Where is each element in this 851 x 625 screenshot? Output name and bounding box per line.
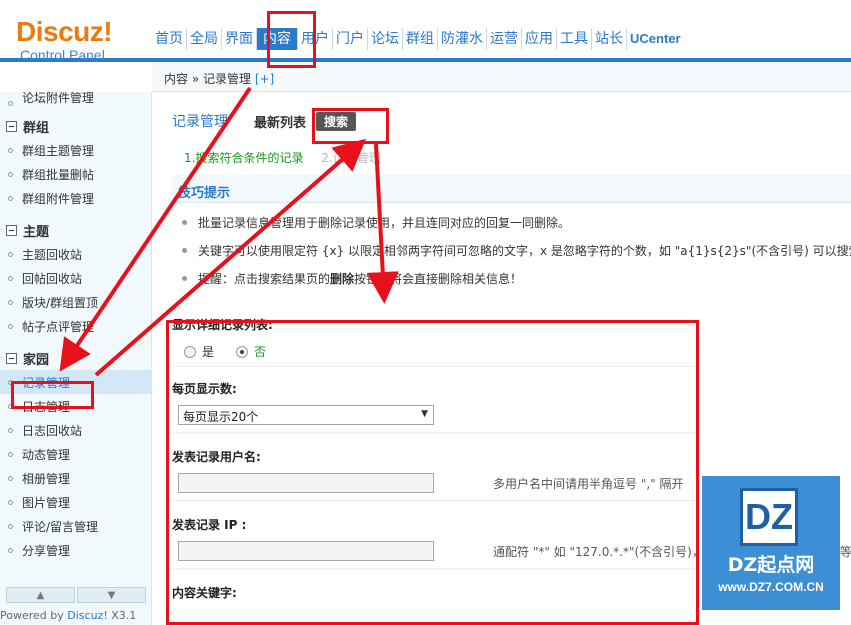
sidebar-item-comments[interactable]: 帖子点评管理 xyxy=(0,314,151,338)
logo-main: Discuz! xyxy=(16,16,113,47)
collapse-icon xyxy=(6,224,17,236)
step-indicator: 1.搜索符合条件的记录 2.记录管理 xyxy=(184,149,381,166)
tab-latest-list[interactable]: 最新列表 xyxy=(254,112,306,131)
top-nav: 首页 全局 界面 内容 用户 门户 论坛 群组 防灌水 运营 应用 工具 站长 … xyxy=(152,28,684,50)
nav-antispam[interactable]: 防灌水 xyxy=(438,28,487,50)
annotation-box-search-tab xyxy=(312,108,389,144)
sidebar: 论坛附件管理 群组 群组主题管理 群组批量删帖 群组附件管理 主题 主题回收站 … xyxy=(0,92,152,625)
nav-operations[interactable]: 运营 xyxy=(487,28,522,50)
nav-groups[interactable]: 群组 xyxy=(403,28,438,50)
collapse-icon xyxy=(6,120,17,132)
bullet-icon xyxy=(8,299,13,305)
nav-apps[interactable]: 应用 xyxy=(522,28,557,50)
bullet-icon xyxy=(8,547,13,553)
bullet-icon xyxy=(8,323,13,329)
tip-item: 批量记录信息管理用于删除记录使用，并且连同对应的回复一同删除。 xyxy=(180,213,851,241)
breadcrumb: 内容 » 记录管理 [+] xyxy=(152,62,851,92)
bullet-icon xyxy=(8,451,13,457)
nav-ucenter[interactable]: UCenter xyxy=(627,28,684,50)
bullet-icon xyxy=(8,251,13,257)
bullet-icon xyxy=(8,275,13,281)
annotation-box-sidebar-item xyxy=(11,381,94,409)
watermark-title: DZ起点网 xyxy=(727,554,815,576)
bullet-icon xyxy=(8,499,13,505)
logo-subtitle: Control Panel xyxy=(20,47,105,63)
nav-global[interactable]: 全局 xyxy=(187,28,222,50)
nav-webmaster[interactable]: 站长 xyxy=(592,28,627,50)
sidebar-item-album[interactable]: 相册管理 xyxy=(0,466,151,490)
watermark-url: www.DZ7.COM.CN xyxy=(718,580,824,594)
nav-portal[interactable]: 门户 xyxy=(333,28,368,50)
bullet-icon xyxy=(8,147,13,153)
sidebar-item-sticky[interactable]: 版块/群组置顶 xyxy=(0,290,151,314)
tips-list: 批量记录信息管理用于删除记录使用，并且连同对应的回复一同删除。 关键字可以使用限… xyxy=(180,213,851,297)
add-shortcut-link[interactable]: [+] xyxy=(255,72,274,86)
collapse-icon xyxy=(6,352,17,364)
sidebar-item-blog-recycle[interactable]: 日志回收站 xyxy=(0,418,151,442)
bullet-icon xyxy=(8,195,13,201)
nav-home[interactable]: 首页 xyxy=(152,28,187,50)
sidebar-group-threads[interactable]: 主题 xyxy=(0,218,151,242)
bullet-icon xyxy=(8,475,13,481)
sidebar-group-home[interactable]: 家园 xyxy=(0,346,151,370)
sidebar-group-groups[interactable]: 群组 xyxy=(0,114,151,138)
bullet-icon xyxy=(8,101,13,106)
page-title: 记录管理 xyxy=(172,114,228,130)
sidebar-item-group-attachments[interactable]: 群组附件管理 xyxy=(0,186,151,210)
watermark-logo: DZ xyxy=(740,488,798,546)
annotation-box-content-tab xyxy=(267,11,316,68)
tip-item: 关键字可以使用限定符 {x} 以限定相邻两字符间可忽略的文字，x 是忽略字符的个… xyxy=(180,241,851,269)
sidebar-item-share[interactable]: 分享管理 xyxy=(0,538,151,562)
nav-interface[interactable]: 界面 xyxy=(222,28,257,50)
bullet-icon xyxy=(8,523,13,529)
watermark: DZ DZ起点网 www.DZ7.COM.CN xyxy=(702,476,840,610)
sidebar-item-reply-recycle[interactable]: 回帖回收站 xyxy=(0,266,151,290)
powered-brand-link[interactable]: Discuz! xyxy=(67,609,107,622)
scroll-down-button[interactable]: ▼ xyxy=(77,587,146,603)
nav-forum[interactable]: 论坛 xyxy=(368,28,403,50)
tip-item: 提醒：点击搜索结果页的删除按钮，将会直接删除相关信息！ xyxy=(180,269,851,297)
sidebar-item-comment[interactable]: 评论/留言管理 xyxy=(0,514,151,538)
bullet-icon xyxy=(8,427,13,433)
scroll-up-button[interactable]: ▲ xyxy=(6,587,75,603)
breadcrumb-path: 内容 » 记录管理 xyxy=(164,72,251,86)
sidebar-item-group-threads[interactable]: 群组主题管理 xyxy=(0,138,151,162)
sidebar-scroll-controls: ▲ ▼ xyxy=(6,587,146,603)
sidebar-item-feed[interactable]: 动态管理 xyxy=(0,442,151,466)
discuz-logo[interactable]: Discuz! Control Panel xyxy=(16,18,136,64)
nav-tools[interactable]: 工具 xyxy=(557,28,592,50)
sidebar-item-thread-recycle[interactable]: 主题回收站 xyxy=(0,242,151,266)
sidebar-item-pic[interactable]: 图片管理 xyxy=(0,490,151,514)
powered-by: Powered by Discuz! X3.1 xyxy=(0,609,137,622)
step-manage: 2.记录管理 xyxy=(321,151,381,165)
header: Discuz! Control Panel 首页 全局 界面 内容 用户 门户 … xyxy=(0,0,851,64)
annotation-box-form xyxy=(166,320,699,625)
tips-header: 技巧提示 xyxy=(172,175,851,203)
step-search: 1.搜索符合条件的记录 xyxy=(184,151,304,165)
bullet-icon xyxy=(8,171,13,177)
sidebar-item-group-batch-delete[interactable]: 群组批量删帖 xyxy=(0,162,151,186)
sidebar-item-forum-attachments[interactable]: 论坛附件管理 xyxy=(0,92,151,106)
